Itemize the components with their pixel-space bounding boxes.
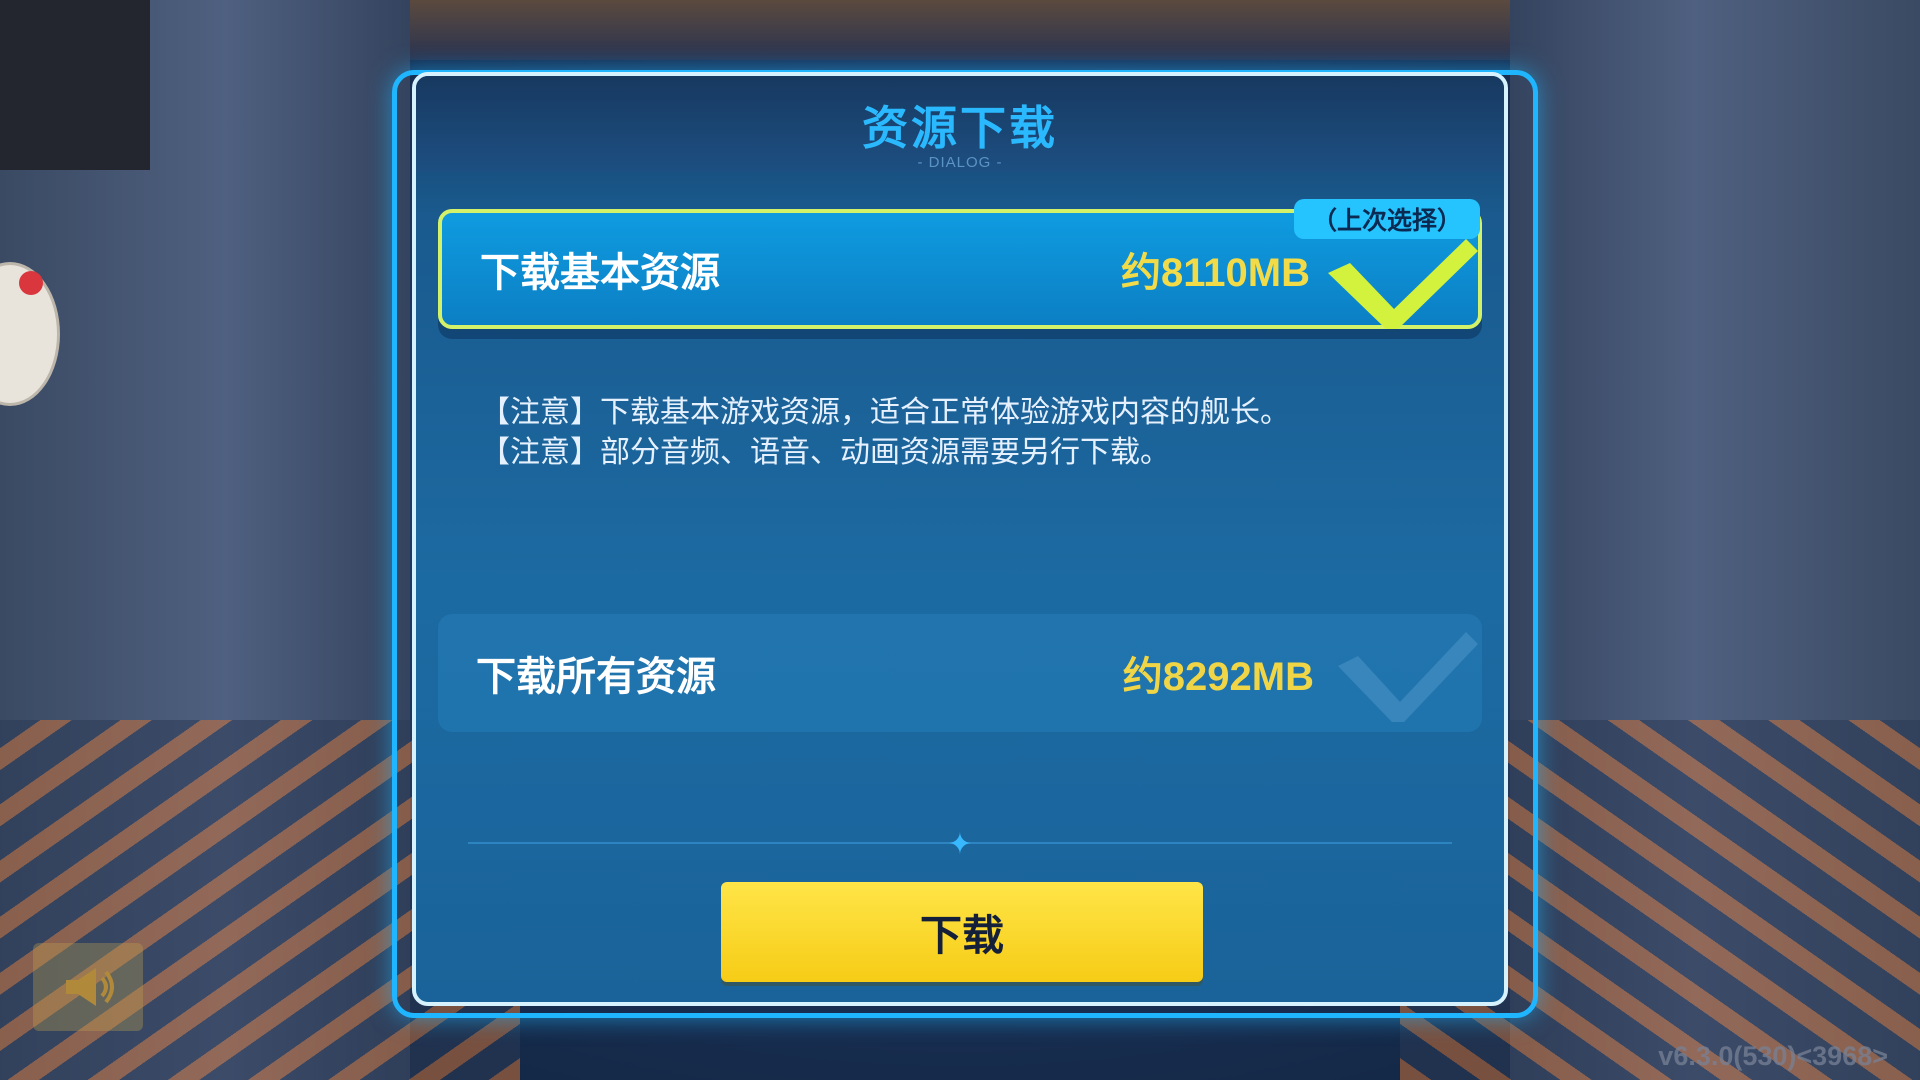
faded-check-icon (1338, 632, 1478, 722)
download-button[interactable]: 下载 (721, 882, 1203, 982)
check-icon (1328, 239, 1478, 329)
notice-line-1: 【注意】下载基本游戏资源，适合正常体验游戏内容的舰长。 (480, 395, 1290, 430)
notice-line-2: 【注意】部分音频、语音、动画资源需要另行下载。 (480, 435, 1170, 470)
option-download-basic[interactable]: 下载基本资源 约8110MB （上次选择） (438, 199, 1482, 329)
last-choice-badge: （上次选择） (1293, 199, 1480, 239)
speaker-button[interactable] (33, 943, 143, 1031)
option-basic-size: 约8110MB (1121, 251, 1310, 295)
option-all-size: 约8292MB (1122, 655, 1314, 699)
dark-wall-panel (0, 0, 150, 170)
resource-download-dialog: 资源下载 - DIALOG - 下载基本资源 约8110MB （上次选择） 下载… (412, 72, 1508, 1006)
star-icon: ✦ (947, 827, 973, 862)
dialog-title: 资源下载 (862, 101, 1058, 155)
version-label: v6.3.0(530)<3968> (1658, 1041, 1888, 1071)
speaker-icon (66, 968, 114, 1006)
option-all-label: 下载所有资源 (476, 654, 716, 700)
notice-text: 【注意】下载基本游戏资源，适合正常体验游戏内容的舰长。 【注意】部分音频、语音、… (480, 393, 1290, 473)
option-download-all[interactable]: 下载所有资源 约8292MB (438, 614, 1482, 732)
option-basic-label: 下载基本资源 (480, 250, 720, 296)
dialog-subtitle: - DIALOG - (917, 154, 1003, 171)
